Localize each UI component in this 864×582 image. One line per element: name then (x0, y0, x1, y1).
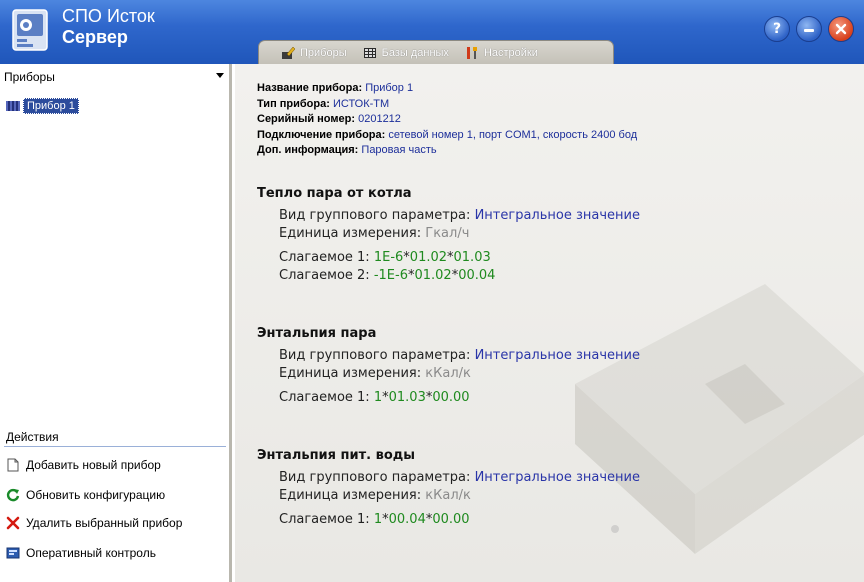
device-icon (6, 101, 20, 111)
term-channel: 00.00 (432, 390, 470, 405)
unit-key: Единица измерения: (279, 226, 422, 241)
minimize-icon (804, 28, 814, 32)
add-device-action[interactable]: Добавить новый прибор (6, 458, 161, 472)
term-row: Слагаемое 1: 1*01.03*00.00 (279, 390, 470, 405)
section-title: Тепло пара от котла (257, 186, 412, 201)
term-channel: 01.02 (414, 268, 452, 283)
app-title-line1: СПО Исток (62, 6, 155, 26)
extra-info-key: Доп. информация: (257, 144, 359, 156)
term-channel: 00.00 (432, 512, 470, 527)
title-bar: СПО Исток Сервер Приборы Базы данных Нас… (0, 0, 864, 64)
unit-row: Единица измерения: кКал/к (279, 488, 471, 503)
connection-value: сетевой номер 1, порт COM1, скорость 240… (388, 128, 638, 141)
term-row: Слагаемое 2: -1E-6*01.02*00.04 (279, 268, 495, 283)
app-logo-icon (12, 9, 48, 51)
live-monitor-action-label: Оперативный контроль (26, 546, 156, 560)
param-type-value: Интегральное значение (474, 470, 640, 485)
actions-divider (4, 446, 226, 447)
close-button[interactable] (828, 16, 854, 42)
devices-dropdown[interactable]: Приборы (4, 70, 228, 86)
device-info-block: Название прибора: Прибор 1 Тип прибора: … (257, 81, 637, 159)
tab-settings-label: Настройки (483, 46, 538, 59)
help-icon: ? (772, 21, 782, 37)
refresh-config-action[interactable]: Обновить конфигурацию (6, 488, 165, 502)
delete-device-action-label: Удалить выбранный прибор (26, 516, 183, 530)
app-title: СПО Исток Сервер (62, 6, 155, 47)
term-coef: 1E-6 (373, 250, 404, 265)
tab-databases-label: Базы данных (381, 46, 449, 59)
term-channel: 01.02 (409, 250, 448, 265)
chevron-down-icon (216, 73, 224, 78)
param-type-row: Вид группового параметра: Интегральное з… (279, 208, 640, 223)
param-type-key: Вид группового параметра: (279, 348, 471, 363)
term-row: Слагаемое 1: 1*00.04*00.00 (279, 512, 470, 527)
param-type-row: Вид группового параметра: Интегральное з… (279, 470, 640, 485)
device-list-item[interactable]: Прибор 1 (6, 98, 79, 114)
refresh-config-action-label: Обновить конфигурацию (26, 488, 166, 502)
left-panel: Приборы Прибор 1 Действия Добавить новый… (0, 64, 232, 582)
term-channel: 00.04 (388, 512, 426, 527)
delete-device-action[interactable]: Удалить выбранный прибор (6, 516, 182, 530)
serial-number-value: 0201212 (358, 113, 401, 125)
database-grid-icon (363, 47, 376, 58)
refresh-icon (6, 488, 20, 502)
term-coef: 1 (373, 390, 383, 405)
actions-title: Действия (6, 430, 59, 444)
close-icon (835, 23, 847, 35)
help-button[interactable]: ? (764, 16, 790, 42)
device-type-key: Тип прибора: (257, 97, 330, 110)
term-coef: -1E-6 (373, 268, 408, 283)
term-channel: 01.03 (388, 390, 426, 405)
param-type-row: Вид группового параметра: Интегральное з… (279, 348, 640, 363)
tab-databases[interactable]: Базы данных (363, 46, 449, 60)
unit-key: Единица измерения: (279, 488, 422, 503)
device-name-value: Прибор 1 (365, 82, 414, 94)
devices-dropdown-label: Приборы (4, 70, 55, 84)
new-document-icon (7, 458, 19, 472)
tab-settings[interactable]: Настройки (465, 46, 538, 60)
extra-info-value: Паровая часть (361, 144, 437, 156)
device-list-item-label: Прибор 1 (23, 98, 79, 114)
param-type-key: Вид группового параметра: (279, 208, 471, 223)
tab-devices-label: Приборы (300, 46, 347, 59)
term-row: Слагаемое 1: 1E-6*01.02*01.03 (279, 250, 491, 265)
tab-strip: Приборы Базы данных Настройки (258, 40, 614, 64)
unit-row: Единица измерения: кКал/к (279, 366, 471, 381)
param-type-key: Вид группового параметра: (279, 470, 471, 485)
section-title: Энтальпия пит. воды (257, 448, 416, 463)
live-monitor-action[interactable]: Оперативный контроль (6, 546, 156, 560)
param-type-value: Интегральное значение (474, 348, 640, 363)
term-key: Слагаемое 1: (279, 390, 370, 405)
pencil-device-icon (282, 46, 295, 59)
term-channel: 01.03 (453, 250, 491, 265)
term-coef: 1 (373, 512, 383, 527)
monitor-icon (6, 547, 20, 559)
minimize-button[interactable] (796, 16, 822, 42)
add-device-action-label: Добавить новый прибор (26, 458, 161, 472)
unit-value: кКал/к (425, 366, 471, 381)
unit-value: Гкал/ч (425, 226, 470, 241)
device-type-value: ИСТОК-ТМ (332, 97, 390, 110)
device-photo-watermark-icon (575, 284, 864, 554)
device-details-panel: Название прибора: Прибор 1 Тип прибора: … (235, 64, 864, 582)
unit-row: Единица измерения: Гкал/ч (279, 226, 469, 241)
term-key: Слагаемое 1: (279, 512, 370, 527)
term-channel: 00.04 (458, 268, 496, 283)
term-key: Слагаемое 2: (279, 268, 370, 283)
term-key: Слагаемое 1: (279, 250, 370, 265)
unit-value: кКал/к (425, 488, 471, 503)
tools-icon (466, 46, 477, 59)
param-type-value: Интегральное значение (474, 208, 640, 223)
section-title: Энтальпия пара (257, 326, 377, 341)
unit-key: Единица измерения: (279, 366, 422, 381)
delete-x-icon (6, 516, 20, 530)
tab-devices[interactable]: Приборы (281, 46, 347, 60)
connection-key: Подключение прибора: (257, 128, 386, 141)
serial-number-key: Серийный номер: (257, 113, 356, 125)
app-title-line2: Сервер (62, 26, 128, 47)
device-name-key: Название прибора: (257, 82, 363, 94)
